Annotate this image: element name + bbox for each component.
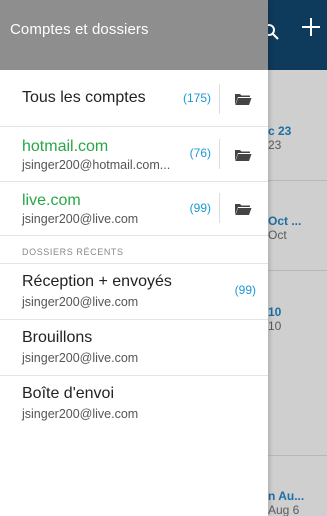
list-item-date: n Au... xyxy=(268,489,305,503)
list-item-date: c 23 xyxy=(268,124,292,138)
folder-count: (99) xyxy=(234,283,256,297)
folder-icon[interactable] xyxy=(234,92,252,106)
list-item-date: 10 xyxy=(268,305,282,319)
folder-name: Boîte d'envoi xyxy=(22,385,115,402)
all-accounts-label: Tous les comptes xyxy=(22,89,146,106)
divider xyxy=(268,270,327,271)
folder-account-email: jsinger200@live.com xyxy=(22,407,139,421)
list-item[interactable]: c 23 23 xyxy=(268,124,327,152)
folder-account-email: jsinger200@live.com xyxy=(22,351,139,365)
folder-icon[interactable] xyxy=(234,202,252,216)
list-item-preview: 10 xyxy=(268,319,282,333)
folder-name: Brouillons xyxy=(22,329,93,346)
account-count: (76) xyxy=(189,146,211,160)
folder-icon[interactable] xyxy=(234,148,252,162)
list-item-preview: Aug 6 xyxy=(268,503,300,516)
divider xyxy=(268,180,327,181)
recent-folders-heading: DOSSIERS RÉCENTS xyxy=(0,236,268,264)
list-item-preview: 23 xyxy=(268,138,282,152)
list-item-date: Oct ... xyxy=(268,214,302,228)
account-item-hotmail[interactable]: hotmail.com jsinger200@hotmail.com... (7… xyxy=(0,127,268,182)
accounts-drawer: Comptes et dossiers Tous les comptes (17… xyxy=(0,0,268,516)
divider xyxy=(219,84,220,114)
list-item[interactable]: n Au... Aug 6 xyxy=(268,489,327,516)
divider xyxy=(219,193,220,223)
add-icon[interactable] xyxy=(300,14,326,44)
divider xyxy=(268,455,327,456)
account-name: live.com xyxy=(22,192,81,209)
recent-folder-outbox[interactable]: Boîte d'envoi jsinger200@live.com xyxy=(0,376,268,432)
recent-folder-inbox-sent[interactable]: Réception + envoyés jsinger200@live.com … xyxy=(0,264,268,320)
folder-name: Réception + envoyés xyxy=(22,273,172,290)
folder-account-email: jsinger200@live.com xyxy=(22,295,139,309)
all-accounts-count: (175) xyxy=(182,91,211,105)
list-item[interactable]: 10 10 xyxy=(268,305,327,333)
recent-folder-drafts[interactable]: Brouillons jsinger200@live.com xyxy=(0,320,268,376)
divider xyxy=(219,139,220,169)
list-item[interactable]: Oct ... Oct xyxy=(268,214,327,242)
all-accounts-item[interactable]: Tous les comptes (175) xyxy=(0,70,268,127)
drawer-title: Comptes et dossiers xyxy=(10,21,149,38)
account-name: hotmail.com xyxy=(22,138,109,155)
account-email: jsinger200@hotmail.com... xyxy=(22,158,171,172)
account-email: jsinger200@live.com xyxy=(22,212,139,226)
list-item-preview: Oct xyxy=(268,228,287,242)
account-item-live[interactable]: live.com jsinger200@live.com (99) xyxy=(0,182,268,236)
drawer-header: Comptes et dossiers xyxy=(0,0,268,70)
account-count: (99) xyxy=(189,201,211,215)
